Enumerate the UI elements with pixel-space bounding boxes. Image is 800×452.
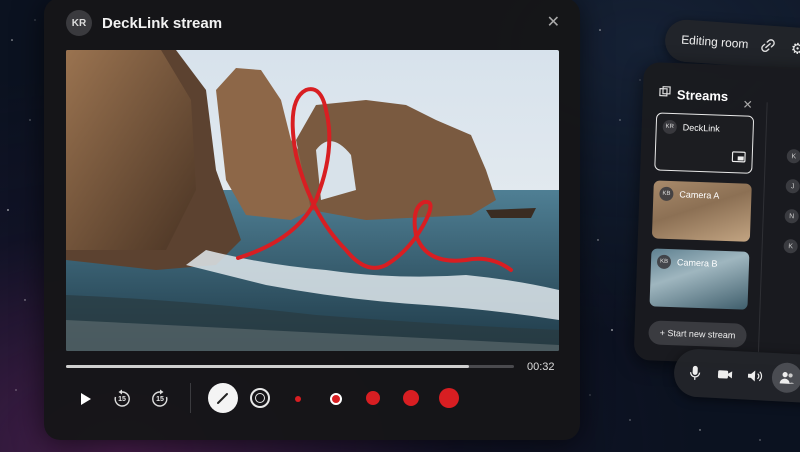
panel-divider: [757, 102, 768, 353]
time-label: 00:32: [527, 361, 555, 373]
stream-card-decklink[interactable]: KR DeckLink: [654, 112, 755, 174]
participant-avatar[interactable]: J: [785, 179, 800, 194]
brush-size-s[interactable]: [330, 393, 342, 405]
video-frame[interactable]: [66, 50, 559, 351]
rewind-15-icon[interactable]: 15: [110, 387, 134, 411]
close-icon[interactable]: ✕: [547, 12, 560, 32]
stream-card-camera-a[interactable]: KB Camera A: [651, 180, 752, 242]
forward-seconds: 15: [156, 395, 164, 403]
streams-header: Streams: [659, 85, 729, 105]
participant-avatar[interactable]: K: [783, 238, 798, 254]
play-icon[interactable]: [74, 388, 96, 410]
brush-size-l[interactable]: [403, 390, 419, 406]
stream-name: Camera B: [676, 257, 718, 269]
stream-avatar: KR: [662, 119, 677, 135]
close-icon[interactable]: ✕: [742, 97, 753, 111]
start-new-stream-button[interactable]: + Start new stream: [648, 320, 747, 348]
stream-name: DeckLink: [682, 122, 720, 134]
camera-icon[interactable]: [716, 365, 735, 384]
player-window: KR DeckLink stream ✕ 00:32 15 15: [44, 0, 580, 440]
avatar: KR: [66, 10, 92, 36]
stream-avatar: KB: [656, 254, 672, 270]
stream-card-camera-b[interactable]: KB Camera B: [649, 248, 750, 310]
pen-icon[interactable]: [208, 383, 238, 413]
speaker-icon[interactable]: [746, 367, 765, 386]
participant-avatar[interactable]: K: [786, 149, 800, 164]
brush-size-xs[interactable]: [295, 396, 301, 402]
gear-icon[interactable]: ⚙: [790, 39, 800, 58]
progress-fill: [66, 365, 470, 368]
participants-icon[interactable]: [771, 361, 800, 394]
controls-divider: [190, 383, 191, 413]
streams-icon: [659, 85, 672, 103]
microphone-icon[interactable]: [686, 363, 705, 382]
target-icon[interactable]: [250, 388, 270, 408]
picture-in-picture-icon[interactable]: [731, 149, 746, 167]
player-header: KR DeckLink stream: [66, 10, 222, 36]
editing-room-label: Editing room: [680, 32, 749, 52]
streams-title: Streams: [676, 86, 729, 104]
media-controls-pill: [672, 347, 800, 405]
stream-title: DeckLink stream: [102, 14, 223, 32]
brush-size-m[interactable]: [366, 391, 380, 405]
forward-15-icon[interactable]: 15: [148, 387, 172, 411]
link-icon[interactable]: [760, 38, 775, 58]
rewind-seconds: 15: [118, 395, 126, 403]
participant-avatar[interactable]: N: [784, 209, 799, 224]
stream-avatar: KB: [659, 186, 674, 202]
streams-panel: Streams ✕ KR DeckLink KB Camera A KB Cam…: [633, 62, 800, 367]
progress-bar[interactable]: [66, 365, 514, 368]
stream-name: Camera A: [679, 189, 720, 201]
brush-size-xl[interactable]: [439, 388, 459, 408]
